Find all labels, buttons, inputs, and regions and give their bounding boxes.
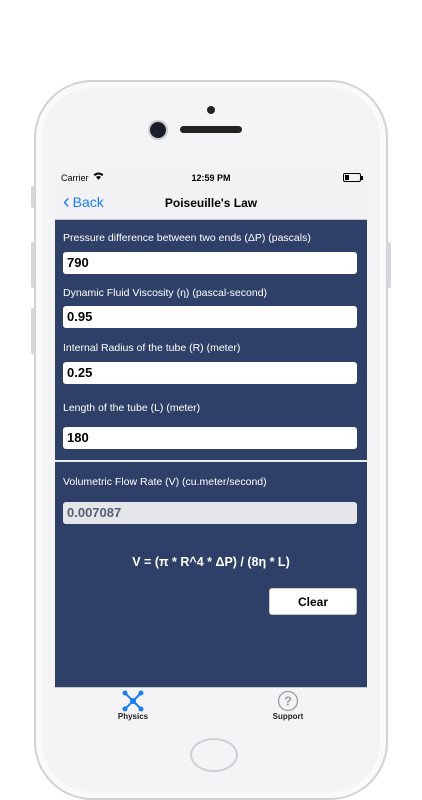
status-bar: Carrier 12:59 PM xyxy=(55,169,367,187)
battery-icon xyxy=(343,173,363,182)
front-camera xyxy=(150,122,166,138)
power-button xyxy=(387,242,391,288)
help-icon: ? xyxy=(248,690,328,712)
length-label: Length of the tube (L) (meter) xyxy=(63,402,201,414)
tab-physics-label: Physics xyxy=(117,712,149,721)
clear-button[interactable]: Clear xyxy=(269,588,357,615)
mute-switch xyxy=(31,186,35,208)
volume-down-button xyxy=(31,308,35,354)
tab-support[interactable]: ? Support xyxy=(248,690,328,721)
pressure-label: Pressure difference between two ends (ΔP… xyxy=(63,232,311,244)
page-title: Poiseuille's Law xyxy=(164,196,258,210)
tab-bar: Physics ? Support xyxy=(55,687,367,725)
pressure-input[interactable]: 790 xyxy=(63,252,357,274)
radius-input[interactable]: 0.25 xyxy=(63,362,357,384)
radius-label: Internal Radius of the tube (R) (meter) xyxy=(63,342,241,354)
earpiece-speaker xyxy=(180,126,242,133)
viscosity-label: Dynamic Fluid Viscosity (η) (pascal-seco… xyxy=(63,287,268,299)
formula-text: V = (π * R^4 * ΔP) / (8η * L) xyxy=(132,555,290,569)
svg-text:?: ? xyxy=(284,694,292,709)
tab-support-label: Support xyxy=(272,712,304,721)
home-button[interactable] xyxy=(190,738,238,772)
navigation-bar: ‹ Back Poiseuille's Law xyxy=(55,187,367,220)
app-screen: Carrier 12:59 PM ‹ Back Poiseuille's Law… xyxy=(55,169,367,725)
volume-up-button xyxy=(31,242,35,288)
status-time: 12:59 PM xyxy=(191,173,231,183)
proximity-sensor xyxy=(207,106,215,114)
flow-rate-output: 0.007087 xyxy=(63,502,357,524)
tab-physics[interactable]: Physics xyxy=(93,690,173,721)
section-divider xyxy=(55,460,367,462)
length-input[interactable]: 180 xyxy=(63,427,357,449)
viscosity-input[interactable]: 0.95 xyxy=(63,306,357,328)
flow-rate-label: Volumetric Flow Rate (V) (cu.meter/secon… xyxy=(63,476,267,488)
physics-icon xyxy=(93,690,173,712)
